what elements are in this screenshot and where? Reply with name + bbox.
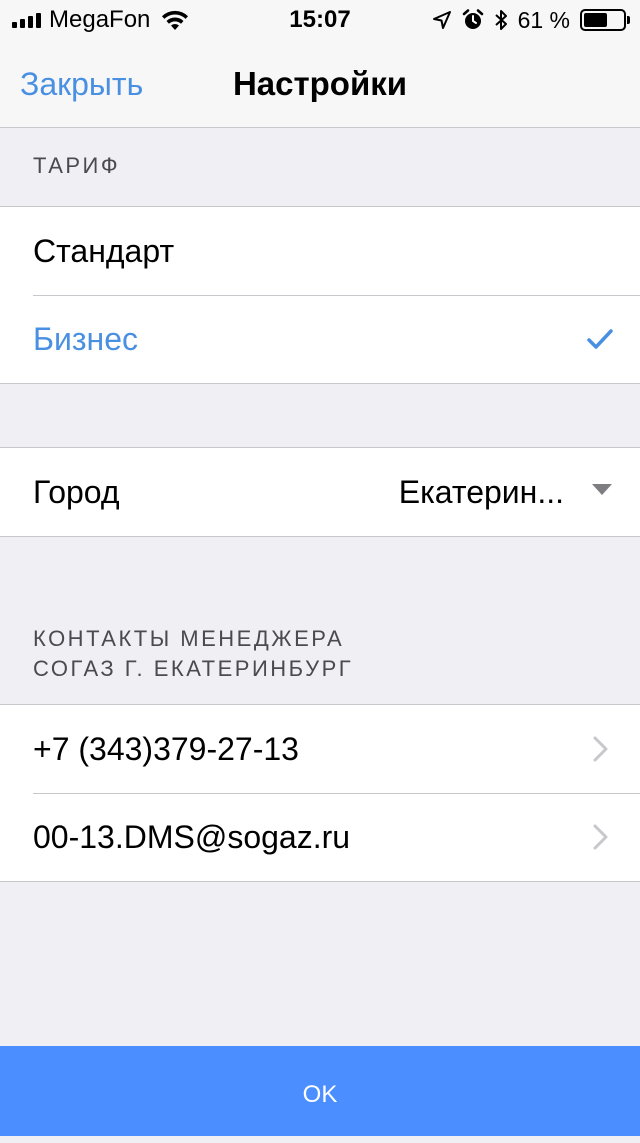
- city-value: Екатерин...: [398, 474, 564, 510]
- tariff-option-label: Стандарт: [33, 233, 175, 269]
- city-selector[interactable]: Город Екатерин...: [0, 448, 640, 536]
- chevron-right-icon: [593, 824, 608, 850]
- contacts-header-line2: СОГАЗ Г. ЕКАТЕРИНБУРГ: [33, 656, 354, 681]
- tariff-option-standard[interactable]: Стандарт: [0, 207, 640, 295]
- contacts-section-header: КОНТАКТЫ МЕНЕДЖЕРА СОГАЗ Г. ЕКАТЕРИНБУРГ: [33, 624, 353, 684]
- contact-email[interactable]: 00-13.DMS@sogaz.ru: [0, 793, 640, 881]
- tariff-option-label: Бизнес: [33, 321, 139, 357]
- contacts-group: +7 (343)379-27-13 00-13.DMS@sogaz.ru: [0, 704, 640, 882]
- location-icon: [432, 11, 451, 29]
- battery-nub: [627, 16, 630, 24]
- dropdown-caret-icon: [592, 484, 612, 495]
- close-button[interactable]: Закрыть: [20, 40, 143, 128]
- contact-phone-label: +7 (343)379-27-13: [33, 731, 299, 767]
- city-group: Город Екатерин...: [0, 447, 640, 537]
- battery-icon: [580, 9, 630, 31]
- status-bar: MegaFon 15:07 61 %: [0, 0, 640, 40]
- ok-button[interactable]: OK: [0, 1046, 640, 1136]
- battery-percentage: 61 %: [517, 6, 570, 33]
- tariff-group: Стандарт Бизнес: [0, 206, 640, 384]
- battery-fill: [584, 13, 607, 27]
- contact-email-label: 00-13.DMS@sogaz.ru: [33, 819, 351, 855]
- checkmark-icon: [587, 329, 613, 349]
- alarm-icon: [462, 9, 483, 29]
- navigation-bar: Настройки Закрыть: [0, 40, 640, 128]
- tariff-option-business[interactable]: Бизнес: [0, 295, 640, 383]
- chevron-right-icon: [593, 736, 608, 762]
- contacts-header-line1: КОНТАКТЫ МЕНЕДЖЕРА: [33, 626, 345, 651]
- contact-phone[interactable]: +7 (343)379-27-13: [0, 705, 640, 793]
- bluetooth-icon: [494, 10, 507, 30]
- tariff-section-header: ТАРИФ: [33, 153, 121, 178]
- city-label: Город: [33, 474, 120, 510]
- status-right: 61 %: [432, 6, 630, 34]
